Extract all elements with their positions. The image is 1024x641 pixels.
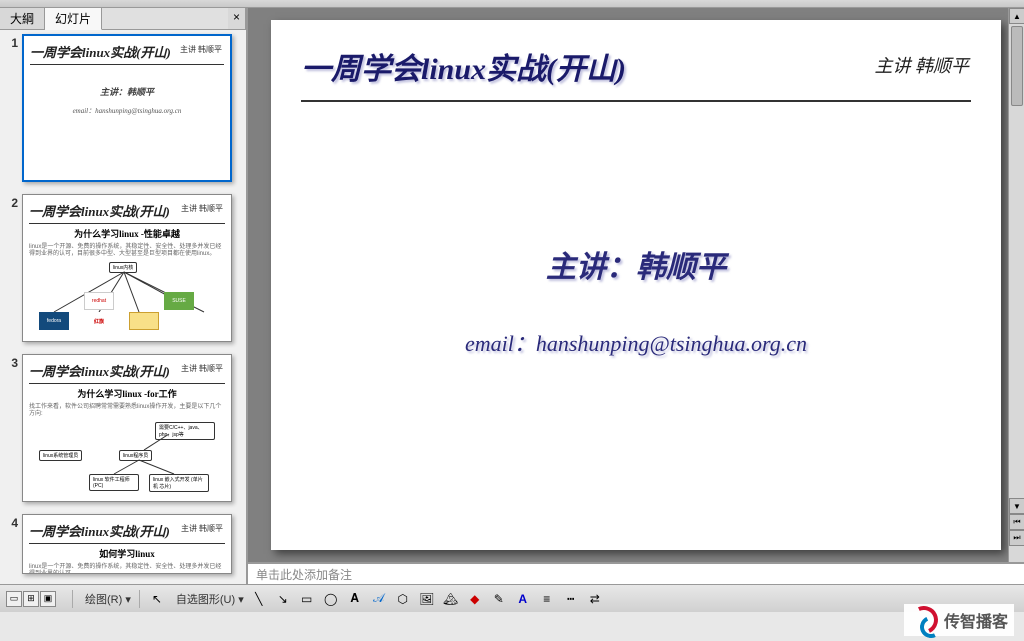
editor-panel: 一周学会linux实战(开山) 主讲 韩顺平 主讲：韩顺平 email：hans…: [248, 8, 1024, 584]
panel-close-button[interactable]: ×: [228, 8, 246, 29]
slideshow-view-button[interactable]: ▣: [40, 591, 56, 607]
rectangle-tool-icon[interactable]: ▭: [298, 590, 316, 608]
slide-rule: [301, 100, 971, 102]
watermark-logo-icon: [910, 606, 938, 634]
thumbnail-2[interactable]: 一周学会linux实战(开山) 主讲 韩顺平 为什么学习linux -性能卓越 …: [22, 194, 232, 342]
thumbnail-3[interactable]: 一周学会linux实战(开山) 主讲 韩顺平 为什么学习linux -for工作…: [22, 354, 232, 502]
diagram-lines: [29, 422, 225, 492]
panel-tabs: 大綱 幻灯片 ×: [0, 8, 246, 30]
thumb-presenter: 主讲 韩顺平: [181, 523, 223, 534]
scroll-down-icon[interactable]: ▼: [1009, 498, 1024, 514]
font-color-icon[interactable]: A: [514, 590, 532, 608]
wordart-tool-icon[interactable]: 𝒜: [370, 590, 388, 608]
slide-presenter[interactable]: 主讲：韩顺平: [301, 242, 971, 286]
thumbnail-4[interactable]: 一周学会linux实战(开山) 主讲 韩顺平 如何学习linux linux是一…: [22, 514, 232, 574]
arrow-style-icon[interactable]: ⇄: [586, 590, 604, 608]
normal-view-button[interactable]: ▭: [6, 591, 22, 607]
fill-color-icon[interactable]: ◆: [466, 590, 484, 608]
thumb-rule: [29, 383, 225, 384]
main-slide[interactable]: 一周学会linux实战(开山) 主讲 韩顺平 主讲：韩顺平 email：hans…: [271, 20, 1001, 550]
scroll-up-icon[interactable]: ▲: [1009, 8, 1024, 24]
thumb-presenter: 主讲 韩顺平: [181, 363, 223, 374]
slide-email[interactable]: email：hanshunping@tsinghua.org.cn: [301, 326, 971, 358]
sorter-view-button[interactable]: ⊞: [23, 591, 39, 607]
thumbnail-number: 3: [4, 356, 18, 370]
thumb-subtitle: 为什么学习linux -for工作: [29, 387, 225, 400]
thumb-text: linux是一个开源、免费的操作系统，其稳定性、安全性、处理多并发已经得到业界的…: [29, 564, 225, 574]
diagram-tool-icon[interactable]: ⬡: [394, 590, 412, 608]
scrollbar-thumb[interactable]: [1011, 26, 1023, 106]
logo-hongqi: 红旗: [84, 312, 114, 330]
thumbnail-row: 4 一周学会linux实战(开山) 主讲 韩顺平 如何学习linux linux…: [4, 514, 242, 574]
thumbnail-number: 2: [4, 196, 18, 210]
slide-panel: 大綱 幻灯片 × 1 一周学会linux实战(开山) 主讲 韩顺平 主讲：韩顺平…: [0, 8, 248, 584]
select-tool-icon[interactable]: ↖: [148, 590, 166, 608]
oval-tool-icon[interactable]: ◯: [322, 590, 340, 608]
textbox-tool-icon[interactable]: 𝐀: [346, 590, 364, 608]
line-color-icon[interactable]: ✎: [490, 590, 508, 608]
thumb-rule: [29, 223, 225, 224]
clipart-tool-icon[interactable]: 🖼: [418, 590, 436, 608]
thumbnail-number: 4: [4, 516, 18, 530]
logo-suse: SUSE: [164, 292, 194, 310]
dash-style-icon[interactable]: ┅: [562, 590, 580, 608]
thumbnail-number: 1: [4, 36, 18, 50]
thumb-subtitle: 如何学习linux: [29, 547, 225, 560]
bottom-toolbar: ▭ ⊞ ▣ 绘图(R) ▾ ↖ 自选图形(U) ▾ ╲ ↘ ▭ ◯ 𝐀 𝒜 ⬡ …: [0, 584, 1024, 612]
logo-redhat: redhat: [84, 292, 114, 310]
watermark-text: 传智播客: [944, 608, 1008, 632]
thumbnail-row: 1 一周学会linux实战(开山) 主讲 韩顺平 主讲：韩顺平 email：ha…: [4, 34, 242, 182]
logo-other: [129, 312, 159, 330]
next-slide-icon[interactable]: ⏭: [1009, 530, 1024, 546]
line-weight-icon[interactable]: ≡: [538, 590, 556, 608]
thumb-presenter: 主讲 韩顺平: [180, 44, 222, 55]
separator: [139, 590, 140, 608]
tab-slides[interactable]: 幻灯片: [45, 8, 102, 30]
top-toolbar-strip: [0, 0, 1024, 8]
thumbnail-list[interactable]: 1 一周学会linux实战(开山) 主讲 韩顺平 主讲：韩顺平 email：ha…: [0, 30, 246, 584]
tab-outline[interactable]: 大綱: [0, 8, 45, 29]
logo-fedora: fedora: [39, 312, 69, 330]
slide-canvas-area[interactable]: 一周学会linux实战(开山) 主讲 韩顺平 主讲：韩顺平 email：hans…: [248, 8, 1024, 562]
thumbnail-row: 2 一周学会linux实战(开山) 主讲 韩顺平 为什么学习linux -性能卓…: [4, 194, 242, 342]
thumbnail-row: 3 一周学会linux实战(开山) 主讲 韩顺平 为什么学习linux -for…: [4, 354, 242, 502]
view-buttons: ▭ ⊞ ▣: [6, 591, 56, 607]
thumb-diagram: 需要C/C++、java、php、jsp等 linux系统管理员 linux程序…: [29, 422, 225, 492]
thumb-body-presenter: 主讲：韩顺平: [30, 85, 224, 98]
watermark: 传智播客: [904, 604, 1014, 636]
thumb-text: linux是一个开源、免费的操作系统，其稳定性、安全性、处理多并发已经得到业界的…: [29, 244, 225, 258]
thumb-subtitle: 为什么学习linux -性能卓越: [29, 227, 225, 240]
separator: [72, 590, 73, 608]
thumbnail-1[interactable]: 一周学会linux实战(开山) 主讲 韩顺平 主讲：韩顺平 email：hans…: [22, 34, 232, 182]
thumb-body-email: email：hanshunping@tsinghua.org.cn: [30, 106, 224, 116]
arrow-tool-icon[interactable]: ↘: [274, 590, 292, 608]
thumb-presenter: 主讲 韩顺平: [181, 203, 223, 214]
draw-menu[interactable]: 绘图(R) ▾: [85, 591, 131, 607]
slide-presenter-top[interactable]: 主讲 韩顺平: [875, 52, 970, 78]
thumb-diagram: linux内核 redhat SUSE fedora 红旗: [29, 262, 225, 332]
thumb-rule: [29, 543, 225, 544]
line-tool-icon[interactable]: ╲: [250, 590, 268, 608]
picture-tool-icon[interactable]: 🏔: [442, 590, 460, 608]
main-area: 大綱 幻灯片 × 1 一周学会linux实战(开山) 主讲 韩顺平 主讲：韩顺平…: [0, 8, 1024, 584]
notes-pane[interactable]: 单击此处添加备注: [248, 562, 1024, 584]
autoshapes-menu[interactable]: 自选图形(U) ▾: [176, 591, 244, 607]
prev-slide-icon[interactable]: ⏮: [1009, 514, 1024, 530]
thumb-rule: [30, 64, 224, 65]
thumb-text: 找工作来看，软件公司招聘常常需要熟悉linux操作开发，主要是以下几个方向:: [29, 404, 225, 418]
vertical-scrollbar[interactable]: ▲ ▼ ⏮ ⏭: [1008, 8, 1024, 562]
slide-title[interactable]: 一周学会linux实战(开山): [301, 44, 971, 88]
